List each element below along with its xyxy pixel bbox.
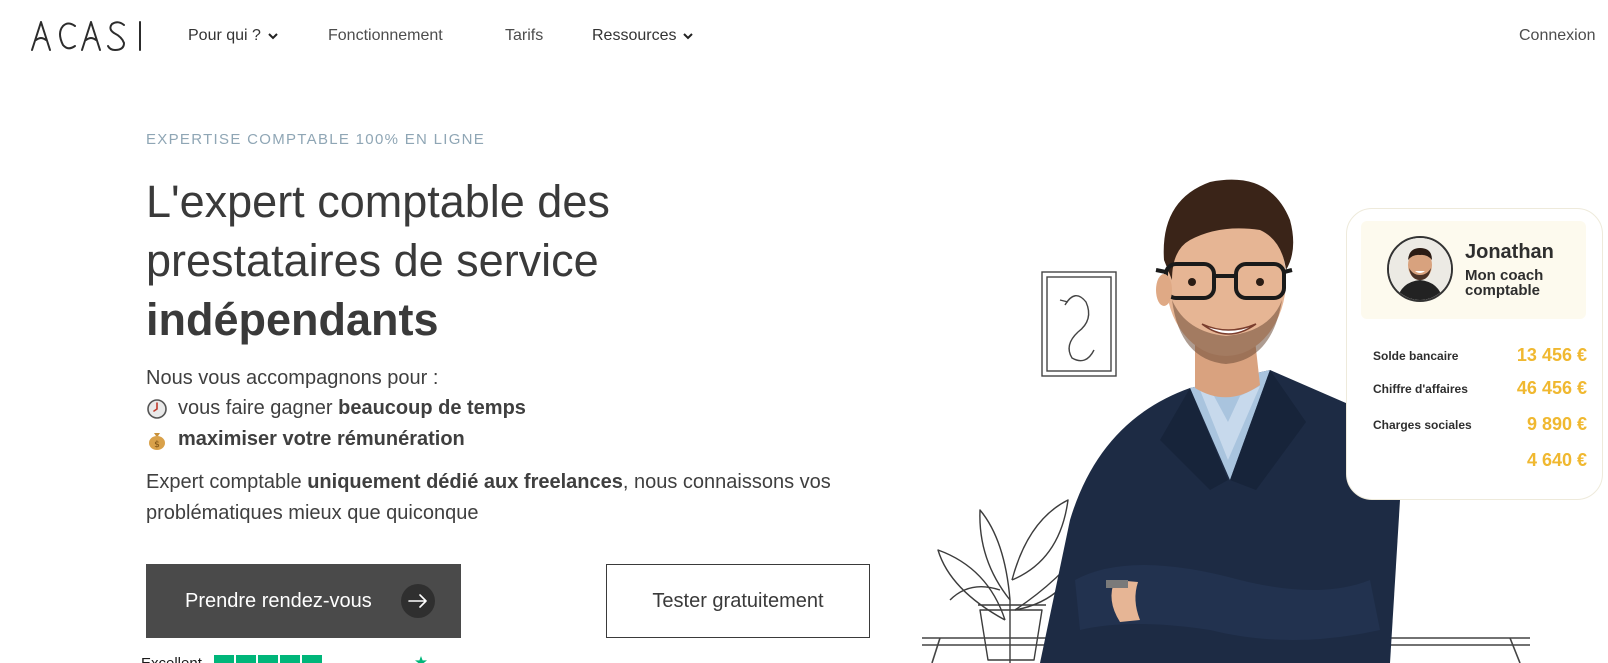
chevron-down-icon <box>682 30 694 42</box>
site-header: Pour qui ? Fonctionnement Tarifs Ressour… <box>0 0 1608 74</box>
rating-star <box>279 655 300 663</box>
hero-title-line-2: prestataires de service <box>146 235 599 286</box>
nav-ressources[interactable]: Ressources <box>592 27 694 45</box>
nav-fonctionnement-label: Fonctionnement <box>328 27 443 44</box>
kpi-label: Chiffre d'affaires <box>1373 381 1468 396</box>
kpi-row: Charges sociales 9 890 € <box>1373 414 1587 435</box>
free-trial-label: Tester gratuitement <box>652 589 824 612</box>
rating-star <box>257 655 278 663</box>
kpi-row: 4 640 € <box>1373 450 1587 471</box>
kpi-row: Solde bancaire 13 456 € <box>1373 345 1587 366</box>
nav-connexion-label: Connexion <box>1519 27 1596 44</box>
kpi-label: Solde bancaire <box>1373 348 1459 363</box>
desc-prefix: Expert comptable <box>146 471 308 493</box>
coach-card-header: Jonathan Mon coach comptable <box>1361 221 1586 319</box>
hero-eyebrow: EXPERTISE COMPTABLE 100% EN LIGNE <box>146 131 486 148</box>
hero-title-line-3: indépendants <box>146 294 439 345</box>
trustpilot-rating[interactable]: Excellent <box>141 655 428 663</box>
trustpilot-logo-star-icon <box>414 655 428 663</box>
benefit-time-text: vous faire gagner beaucoup de temps <box>178 397 526 420</box>
rating-star <box>301 655 322 663</box>
clock-icon <box>146 398 168 420</box>
nav-pour-qui[interactable]: Pour qui ? <box>188 27 279 45</box>
book-appointment-label: Prendre rendez-vous <box>185 589 372 612</box>
desc-bold: uniquement dédié aux freelances <box>307 471 623 493</box>
kpi-value: 9 890 € <box>1526 414 1587 434</box>
acasi-logo-mark <box>31 21 141 51</box>
coach-portrait <box>1389 238 1451 300</box>
svg-text:$: $ <box>154 440 160 450</box>
benefit-time: vous faire gagner beaucoup de temps <box>146 397 526 420</box>
free-trial-button[interactable]: Tester gratuitement <box>606 564 870 638</box>
nav-tarifs[interactable]: Tarifs <box>505 27 543 45</box>
kpi-value: 46 456 € <box>1516 378 1587 398</box>
coach-avatar <box>1387 236 1453 302</box>
chevron-down-icon <box>267 30 279 42</box>
hero-title-line-1: L'expert comptable des <box>146 176 610 227</box>
kpi-label: Charges sociales <box>1373 417 1472 432</box>
benefit-pay: $ maximiser votre rémunération <box>146 428 465 451</box>
rating-star <box>235 655 256 663</box>
nav-tarifs-label: Tarifs <box>505 27 544 44</box>
nav-ressources-label: Ressources <box>592 27 677 44</box>
coach-name: Jonathan <box>1465 241 1554 263</box>
kpi-value: 13 456 € <box>1516 345 1587 365</box>
benefit-pay-text: maximiser votre rémunération <box>178 428 465 450</box>
hero-description: Expert comptable uniquement dédié aux fr… <box>146 467 866 529</box>
benefit-time-bold: beaucoup de temps <box>338 397 526 419</box>
trustpilot-label: Excellent <box>141 655 202 663</box>
book-appointment-button[interactable]: Prendre rendez-vous <box>146 564 461 638</box>
coach-role: Mon coach comptable <box>1465 267 1544 299</box>
hero-title: L'expert comptable des prestataires de s… <box>146 172 706 349</box>
hero-intro: Nous vous accompagnons pour : <box>146 367 439 389</box>
kpi-row: Chiffre d'affaires 46 456 € <box>1373 378 1587 399</box>
rating-star <box>213 655 234 663</box>
acasi-logo[interactable] <box>30 18 150 54</box>
coach-card: Jonathan Mon coach comptable Solde banca… <box>1346 208 1603 500</box>
nav-pour-qui-label: Pour qui ? <box>188 27 261 44</box>
arrow-right-icon <box>401 584 435 618</box>
benefit-time-prefix: vous faire gagner <box>178 397 339 419</box>
frame-sketch <box>1041 271 1117 377</box>
kpi-value: 4 640 € <box>1526 450 1587 470</box>
nav-fonctionnement[interactable]: Fonctionnement <box>328 27 443 45</box>
nav-connexion[interactable]: Connexion <box>1519 27 1596 45</box>
money-bag-icon: $ <box>146 429 168 451</box>
trustpilot-stars <box>213 655 322 663</box>
